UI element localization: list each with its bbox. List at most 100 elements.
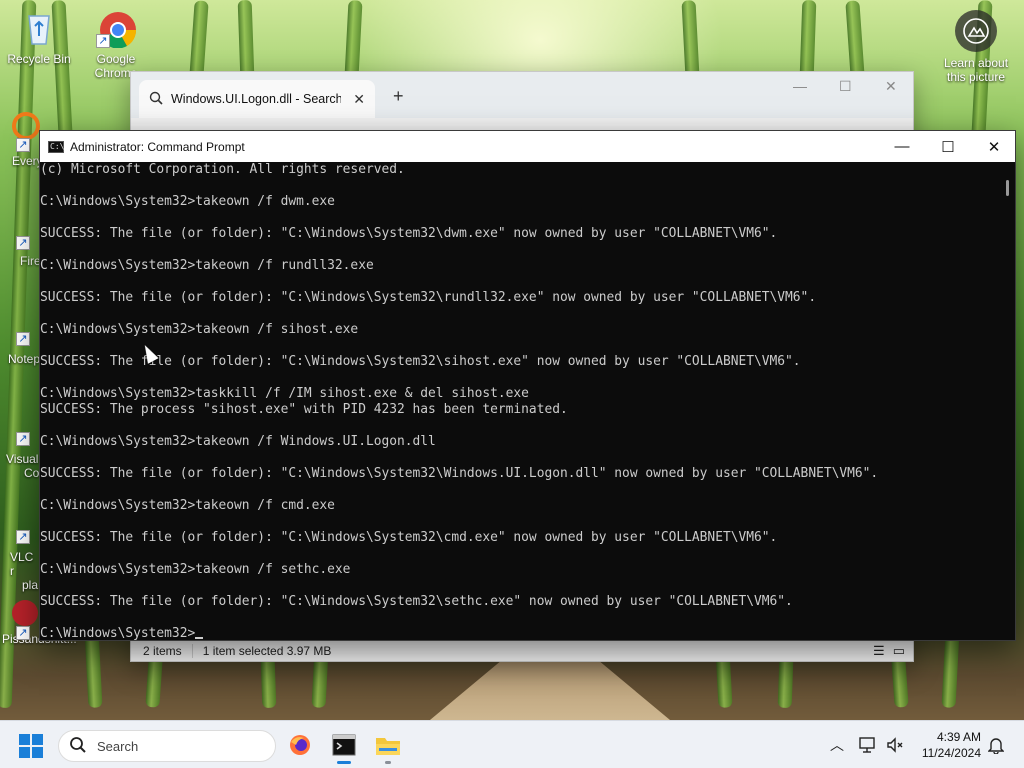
shortcut-arrow-icon: ↗ [16, 626, 30, 640]
shortcut-arrow-icon: ↗ [16, 530, 30, 544]
firefox-icon [288, 733, 312, 760]
console-line: SUCCESS: The file (or folder): "C:\Windo… [40, 290, 817, 305]
maximize-button[interactable]: ☐ [839, 78, 852, 95]
console-line: SUCCESS: The file (or folder): "C:\Windo… [40, 226, 778, 241]
console-line: (c) Microsoft Corporation. All rights re… [40, 162, 405, 177]
cmd-title-bar[interactable]: C:\ Administrator: Command Prompt — ☐ ✕ [40, 131, 1015, 162]
console-line: C:\Windows\System32>takeown /f sihost.ex… [40, 322, 359, 337]
console-scrollbar[interactable] [997, 162, 1015, 640]
search-icon [149, 91, 163, 108]
folder-icon [375, 734, 401, 759]
close-tab-icon[interactable]: ✕ [353, 91, 365, 108]
desktop-icon-label: Co [24, 466, 40, 480]
learn-label: Learn about this picture [943, 56, 1009, 84]
scrollbar-thumb[interactable] [1006, 180, 1009, 196]
taskbar-command-prompt[interactable] [324, 729, 364, 764]
command-prompt-window[interactable]: C:\ Administrator: Command Prompt — ☐ ✕ … [39, 130, 1016, 641]
terminal-icon [332, 734, 356, 759]
learn-about-picture[interactable]: Learn about this picture [938, 10, 1014, 84]
desktop-icon-label: Notep [8, 352, 41, 366]
new-tab-button[interactable]: + [393, 86, 404, 107]
status-item-count: 2 items [143, 643, 182, 658]
window-title: Administrator: Command Prompt [70, 139, 245, 154]
camera-icon [955, 10, 997, 52]
console-prompt[interactable]: C:\Windows\System32> [40, 626, 997, 640]
running-app-indicator [385, 761, 391, 764]
search-placeholder: Search [97, 738, 139, 754]
desktop-icon-recycle-bin[interactable]: Recycle Bin [1, 8, 77, 66]
console-line: SUCCESS: The file (or folder): "C:\Windo… [40, 594, 793, 609]
details-view-icon[interactable]: ☰ [873, 643, 885, 659]
chevron-up-icon: ︿ [830, 737, 844, 753]
search-icon [69, 736, 87, 757]
taskbar-firefox[interactable] [280, 729, 320, 763]
prompt-text: C:\Windows\System32> [40, 626, 196, 640]
chrome-icon: ↗ [96, 8, 137, 49]
app-icon [12, 600, 38, 626]
shortcut-arrow-icon: ↗ [16, 236, 30, 250]
taskbar-file-explorer[interactable] [368, 729, 408, 764]
taskbar-search[interactable]: Search [58, 730, 276, 762]
desktop-icon-vlc[interactable]: ↗ VLC r pla [0, 512, 40, 592]
desktop-icon-everything[interactable]: ↗ Every [0, 112, 43, 168]
clock-time: 4:39 AM [936, 730, 981, 744]
shortcut-arrow-icon: ↗ [96, 34, 110, 48]
maximize-button[interactable]: ☐ [925, 131, 971, 162]
desktop-icon-google-chrome[interactable]: ↗ Google Chrome [78, 8, 154, 80]
active-app-indicator [337, 761, 351, 764]
show-hidden-icons-button[interactable]: ︿ [830, 721, 844, 768]
recycle-bin-icon [19, 8, 59, 48]
console-line: SUCCESS: The file (or folder): "C:\Windo… [40, 354, 801, 369]
tiles-view-icon[interactable]: ▭ [893, 643, 905, 659]
shortcut-arrow-icon: ↗ [16, 432, 30, 446]
console-line: C:\Windows\System32>takeown /f sethc.exe [40, 562, 351, 577]
start-button[interactable] [19, 734, 43, 758]
desktop-icon-firefox[interactable]: ↗ Fire [0, 216, 41, 268]
clock-date: 11/24/2024 [921, 746, 981, 760]
desktop-icon-notepad[interactable]: ↗ Notep [0, 310, 40, 366]
console-line: C:\Windows\System32>takeown /f dwm.exe [40, 194, 335, 209]
close-button[interactable]: ✕ [971, 131, 1017, 162]
desktop-icon-label: Fire [20, 254, 41, 268]
minimize-button[interactable]: — [879, 131, 925, 162]
console-line: C:\Windows\System32>takeown /f cmd.exe [40, 498, 335, 513]
desktop-icon-visual-studio-code[interactable]: ↗ Visual Co [0, 414, 40, 480]
console-output[interactable]: (c) Microsoft Corporation. All rights re… [40, 162, 997, 640]
explorer-tab[interactable]: Windows.UI.Logon.dll - Search ✕ [139, 80, 375, 118]
console-line: SUCCESS: The file (or folder): "C:\Windo… [40, 530, 778, 545]
console-line: C:\Windows\System32>takeown /f rundll32.… [40, 258, 374, 273]
desktop-icon-label: Visual [6, 452, 39, 466]
shortcut-arrow-icon: ↗ [16, 138, 30, 152]
everything-icon [12, 112, 40, 140]
close-button[interactable]: ✕ [885, 78, 897, 95]
taskbar: Search ︿ 4:39 AM 11/24/2024 [0, 720, 1024, 768]
minimize-button[interactable]: — [793, 78, 807, 94]
explorer-tab-title: Windows.UI.Logon.dll - Search [171, 92, 341, 106]
desktop-icon-label: pla [22, 578, 39, 592]
explorer-status-bar: 2 items 1 item selected 3.97 MB ☰ ▭ [131, 639, 913, 661]
volume-muted-icon[interactable] [885, 721, 905, 768]
system-clock[interactable]: 4:39 AM 11/24/2024 [922, 729, 981, 761]
shortcut-arrow-icon: ↗ [16, 332, 30, 346]
console-line: C:\Windows\System32>taskkill /f /IM siho… [40, 386, 529, 401]
console-line: SUCCESS: The file (or folder): "C:\Windo… [40, 466, 879, 481]
network-icon[interactable] [858, 721, 878, 768]
console-line: C:\Windows\System32>takeown /f Windows.U… [40, 434, 436, 449]
notifications-bell-icon[interactable] [988, 721, 1004, 768]
console-line: SUCCESS: The process "sihost.exe" with P… [40, 402, 568, 417]
status-selection: 1 item selected 3.97 MB [202, 643, 332, 658]
